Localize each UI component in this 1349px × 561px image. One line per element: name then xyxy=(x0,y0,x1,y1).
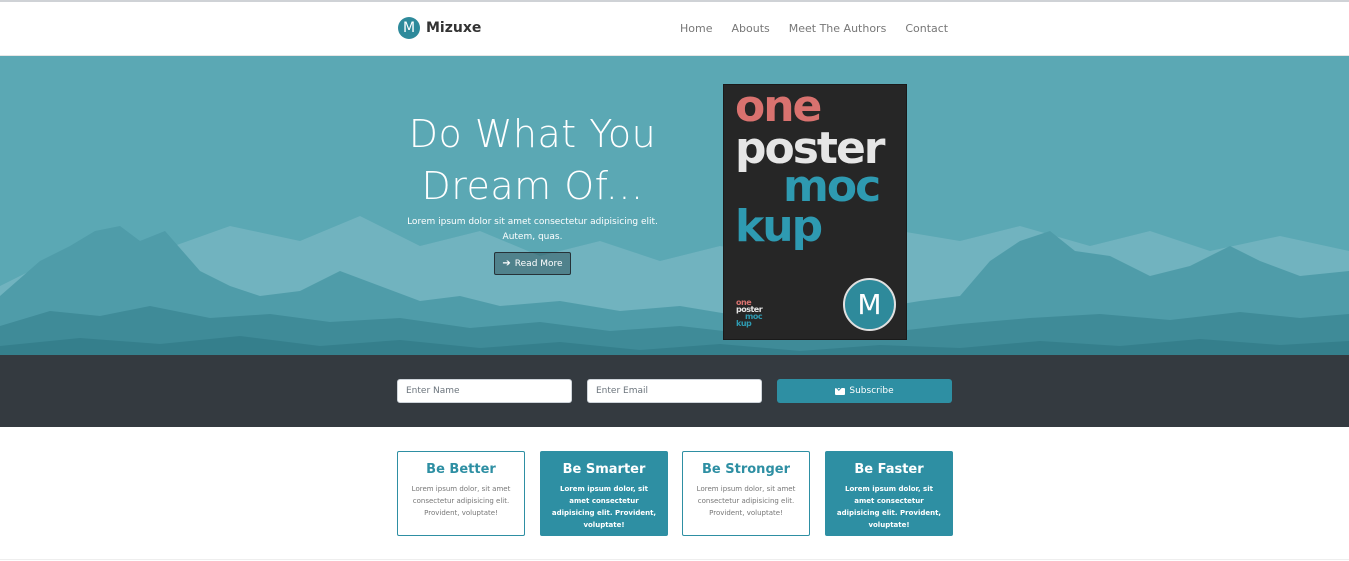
hero-copy: Do What You Dream Of... Lorem ipsum dolo… xyxy=(395,108,670,275)
poster-mini-logo: one poster moc kup xyxy=(736,299,763,328)
nav-link-meet-the-authors[interactable]: Meet The Authors xyxy=(789,22,887,35)
card-text: Lorem ipsum dolor, sit amet consectetur … xyxy=(551,485,657,529)
card-text: Lorem ipsum dolor, sit amet consectetur … xyxy=(696,485,796,517)
brand-name: Mizuxe xyxy=(426,20,482,36)
name-input[interactable] xyxy=(397,379,572,403)
poster-word-kup: kup xyxy=(735,201,823,252)
card-title: Be Better xyxy=(426,462,496,477)
nav-link-abouts[interactable]: Abouts xyxy=(731,22,769,35)
card-text: Lorem ipsum dolor, sit amet consectetur … xyxy=(836,485,942,529)
poster-mockup-image: one poster moc kup one poster moc kup M xyxy=(723,84,907,340)
read-more-button[interactable]: ➔ Read More xyxy=(494,252,571,275)
feature-card-be-better: Be Better Lorem ipsum dolor, sit amet co… xyxy=(397,451,525,536)
email-input[interactable] xyxy=(587,379,762,403)
navbar: M Mizuxe Home Abouts Meet The Authors Co… xyxy=(0,0,1349,56)
nav-link-home[interactable]: Home xyxy=(680,22,712,35)
nav-links: Home Abouts Meet The Authors Contact xyxy=(680,22,948,35)
feature-card-be-stronger: Be Stronger Lorem ipsum dolor, sit amet … xyxy=(682,451,810,536)
hero-section: Do What You Dream Of... Lorem ipsum dolo… xyxy=(0,56,1349,355)
hero-title-line-2: Dream Of... xyxy=(421,164,644,208)
envelope-icon xyxy=(835,387,846,395)
mountain-background xyxy=(0,56,1349,355)
card-text: Lorem ipsum dolor, sit amet consectetur … xyxy=(411,485,511,517)
page-divider xyxy=(0,559,1349,560)
card-title: Be Smarter xyxy=(562,462,646,477)
subscribe-bar: Subscribe xyxy=(0,355,1349,427)
nav-link-contact[interactable]: Contact xyxy=(905,22,948,35)
brand-link[interactable]: M Mizuxe xyxy=(398,17,481,39)
arrow-right-icon: ➔ xyxy=(502,258,511,269)
feature-card-be-faster: Be Faster Lorem ipsum dolor, sit amet co… xyxy=(825,451,953,536)
card-title: Be Stronger xyxy=(702,462,790,477)
feature-card-be-smarter: Be Smarter Lorem ipsum dolor, sit amet c… xyxy=(540,451,668,536)
card-title: Be Faster xyxy=(854,462,924,477)
hero-subtitle: Lorem ipsum dolor sit amet consectetur a… xyxy=(407,217,658,242)
subscribe-button[interactable]: Subscribe xyxy=(777,379,952,403)
poster-badge-logo: M xyxy=(843,278,896,331)
poster-mini-word: kup xyxy=(736,319,752,328)
read-more-label: Read More xyxy=(514,258,563,269)
feature-cards: Be Better Lorem ipsum dolor, sit amet co… xyxy=(397,451,953,536)
subscribe-label: Subscribe xyxy=(849,386,894,396)
hero-title-line-1: Do What You xyxy=(408,112,657,156)
brand-logo-icon: M xyxy=(398,17,420,39)
hero-title: Do What You Dream Of... xyxy=(395,108,670,212)
